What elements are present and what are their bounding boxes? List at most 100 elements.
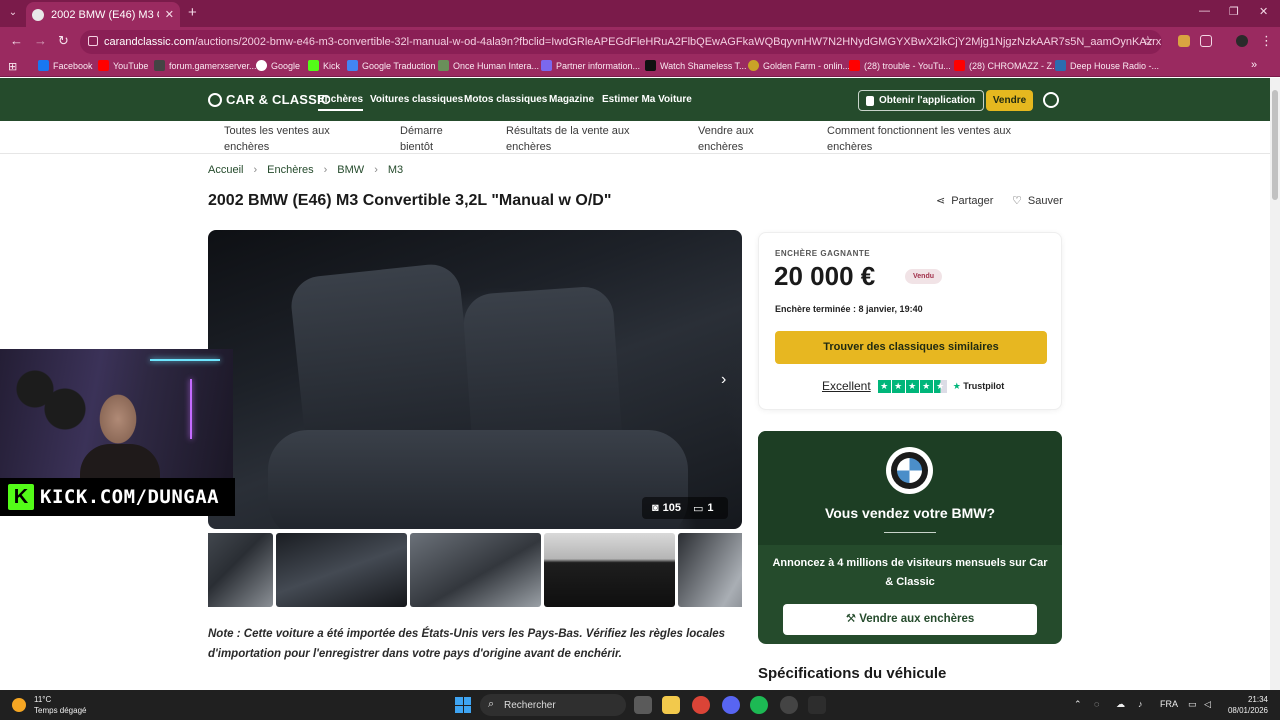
spotify-icon[interactable] [750, 696, 768, 714]
extensions-puzzle-icon[interactable] [1200, 35, 1212, 47]
obs-icon[interactable] [780, 696, 798, 714]
volume-icon[interactable]: ◁ [1204, 699, 1211, 710]
car-and-classic-logo-icon [208, 92, 222, 107]
back-arrow-icon[interactable]: ← [10, 33, 23, 48]
get-app-button[interactable]: Obtenir l'application [858, 90, 985, 111]
bid-card: ENCHÈRE GAGNANTE 20 000 € Vendu Enchère … [758, 232, 1062, 410]
nav-voitures-classiques[interactable]: Voitures classiques [370, 94, 463, 105]
google-icon [256, 60, 267, 71]
bookmark-item[interactable]: (28) trouble - YouTu... [849, 60, 951, 71]
tray-app-icon[interactable]: ◌ [1094, 699, 1099, 709]
photo-count: 105 [662, 502, 682, 514]
chrome-icon[interactable] [692, 696, 710, 714]
account-icon[interactable] [1043, 92, 1059, 108]
neon-light [150, 359, 220, 361]
tab-active[interactable]: 2002 BMW (E46) M3 Convertib ✕ [26, 2, 180, 27]
bookmark-item[interactable]: Golden Farm - onlin... [748, 60, 850, 71]
bookmark-item[interactable]: Partner information... [541, 60, 640, 71]
apps-grid-icon[interactable]: ⊞ [8, 60, 17, 73]
windows-start-icon[interactable] [455, 697, 471, 713]
app-icon[interactable] [808, 696, 826, 714]
bookmark-item[interactable]: Watch Shameless T... [645, 60, 747, 71]
microphone-icon[interactable]: ♪ [1138, 699, 1143, 709]
facebook-icon [38, 60, 49, 71]
sell-button[interactable]: Vendre [986, 90, 1033, 111]
thumbnail[interactable] [276, 533, 407, 607]
thumbnail[interactable] [410, 533, 541, 607]
bookmark-item[interactable]: YouTube [98, 60, 148, 71]
tab-list-chevron-icon[interactable]: ⌄ [4, 5, 22, 21]
restore-icon[interactable]: ❐ [1229, 5, 1239, 18]
bookmark-item[interactable]: Facebook [38, 60, 93, 71]
thumbnail[interactable] [544, 533, 675, 607]
youtube-icon [954, 60, 965, 71]
subnav-starting-soon[interactable]: Démarre bientôt [400, 123, 460, 155]
taskbar-search[interactable]: ⌕ Rechercher [480, 694, 626, 716]
browser-menu-icon[interactable]: ⋮ [1260, 33, 1273, 49]
site-logo[interactable]: CAR & CLASSIC [208, 92, 330, 107]
bookmark-item[interactable]: Google Traduction [347, 60, 436, 71]
bookmark-item[interactable]: forum.gamerxserver... [154, 60, 257, 71]
subnav-all-auctions[interactable]: Toutes les ventes aux enchères [224, 123, 344, 155]
bookmark-item[interactable]: Deep House Radio -... [1055, 60, 1159, 71]
bookmark-item[interactable]: Once Human Intera... [438, 60, 539, 71]
breadcrumb-home[interactable]: Accueil [208, 164, 243, 176]
bookmark-star-icon[interactable]: ☆ [1142, 33, 1154, 49]
breadcrumb-m3[interactable]: M3 [388, 164, 403, 176]
minimize-icon[interactable]: — [1199, 5, 1210, 17]
bmw-logo-icon [886, 447, 933, 494]
find-similar-button[interactable]: Trouver des classiques similaires [775, 331, 1047, 364]
bookmark-item[interactable]: Kick [308, 60, 340, 71]
shameless-icon [645, 60, 656, 71]
bookmark-item[interactable]: Google [256, 60, 300, 71]
weather-widget[interactable]: 11°C Temps dégagé [12, 694, 86, 716]
taskbar-clock[interactable]: 21:34 08/01/2026 [1224, 694, 1268, 716]
discord-icon[interactable] [722, 696, 740, 714]
trustpilot-stars: ★ ★ ★ ★ ★ [877, 379, 948, 393]
address-bar[interactable]: carandclassic.com/auctions/2002-bmw-e46-… [80, 30, 1162, 54]
nav-magazine[interactable]: Magazine [549, 94, 594, 105]
hero-photo[interactable]: › ◙ 105 ▭ 1 [208, 230, 742, 529]
trust-rating-text: Excellent [822, 379, 871, 393]
language-indicator[interactable]: FRA [1160, 699, 1178, 709]
nav-motos-classiques[interactable]: Motos classiques [464, 94, 547, 105]
media-count[interactable]: ◙ 105 ▭ 1 [642, 497, 728, 519]
trustpilot-star-icon: ★ [919, 379, 933, 393]
task-view-icon[interactable] [634, 696, 652, 714]
network-icon[interactable]: ▭ [1188, 699, 1197, 710]
site-header: CAR & CLASSIC Enchères Voitures classiqu… [0, 78, 1270, 121]
tab-close-icon[interactable]: ✕ [165, 8, 174, 21]
divider [884, 532, 936, 533]
sell-at-auction-button[interactable]: ⚒ Vendre aux enchères [783, 604, 1037, 635]
new-tab-plus-icon[interactable]: + [188, 4, 197, 21]
nav-estimer[interactable]: Estimer Ma Voiture [602, 94, 692, 105]
bookmark-item[interactable]: (28) CHROMAZZ - Z... [954, 60, 1060, 71]
nav-encheres[interactable]: Enchères [318, 94, 364, 111]
reload-icon[interactable]: ↻ [58, 33, 69, 49]
profile-avatar-icon[interactable] [1236, 35, 1248, 47]
sell-card-text: Annoncez à 4 millions de visiteurs mensu… [772, 557, 1048, 588]
subnav-how-it-works[interactable]: Comment fonctionnent les ventes aux ench… [827, 123, 1027, 155]
page-scrollbar[interactable] [1270, 78, 1280, 690]
scrollbar-thumb[interactable] [1272, 90, 1278, 200]
next-photo-chevron-icon[interactable]: › [721, 371, 726, 389]
tray-chevron-icon[interactable]: ⌃ [1074, 699, 1082, 710]
window-close-icon[interactable]: ✕ [1259, 5, 1268, 18]
forward-arrow-icon[interactable]: → [34, 33, 47, 48]
youtube-icon [98, 60, 109, 71]
tray-cloud-icon[interactable]: ☁ [1116, 699, 1125, 710]
breadcrumb-bmw[interactable]: BMW [337, 164, 364, 176]
breadcrumb-encheres[interactable]: Enchères [267, 164, 313, 176]
thumbnail[interactable] [208, 533, 273, 607]
video-icon: ▭ [693, 502, 704, 515]
save-button[interactable]: ♡ Sauver [1012, 194, 1063, 208]
bookmarks-more-icon[interactable]: » [1251, 59, 1257, 71]
site-info-icon[interactable] [88, 36, 98, 46]
extension-icon[interactable] [1178, 35, 1190, 47]
subnav-results[interactable]: Résultats de la vente aux enchères [506, 123, 641, 155]
share-button[interactable]: ⋖ Partager [936, 194, 993, 208]
file-explorer-icon[interactable] [662, 696, 680, 714]
subnav-sell-auction[interactable]: Vendre aux enchères [698, 123, 768, 155]
thumbnail[interactable] [678, 533, 742, 607]
trustpilot-widget[interactable]: Excellent ★ ★ ★ ★ ★ ★ Trustpilot [822, 379, 1004, 393]
